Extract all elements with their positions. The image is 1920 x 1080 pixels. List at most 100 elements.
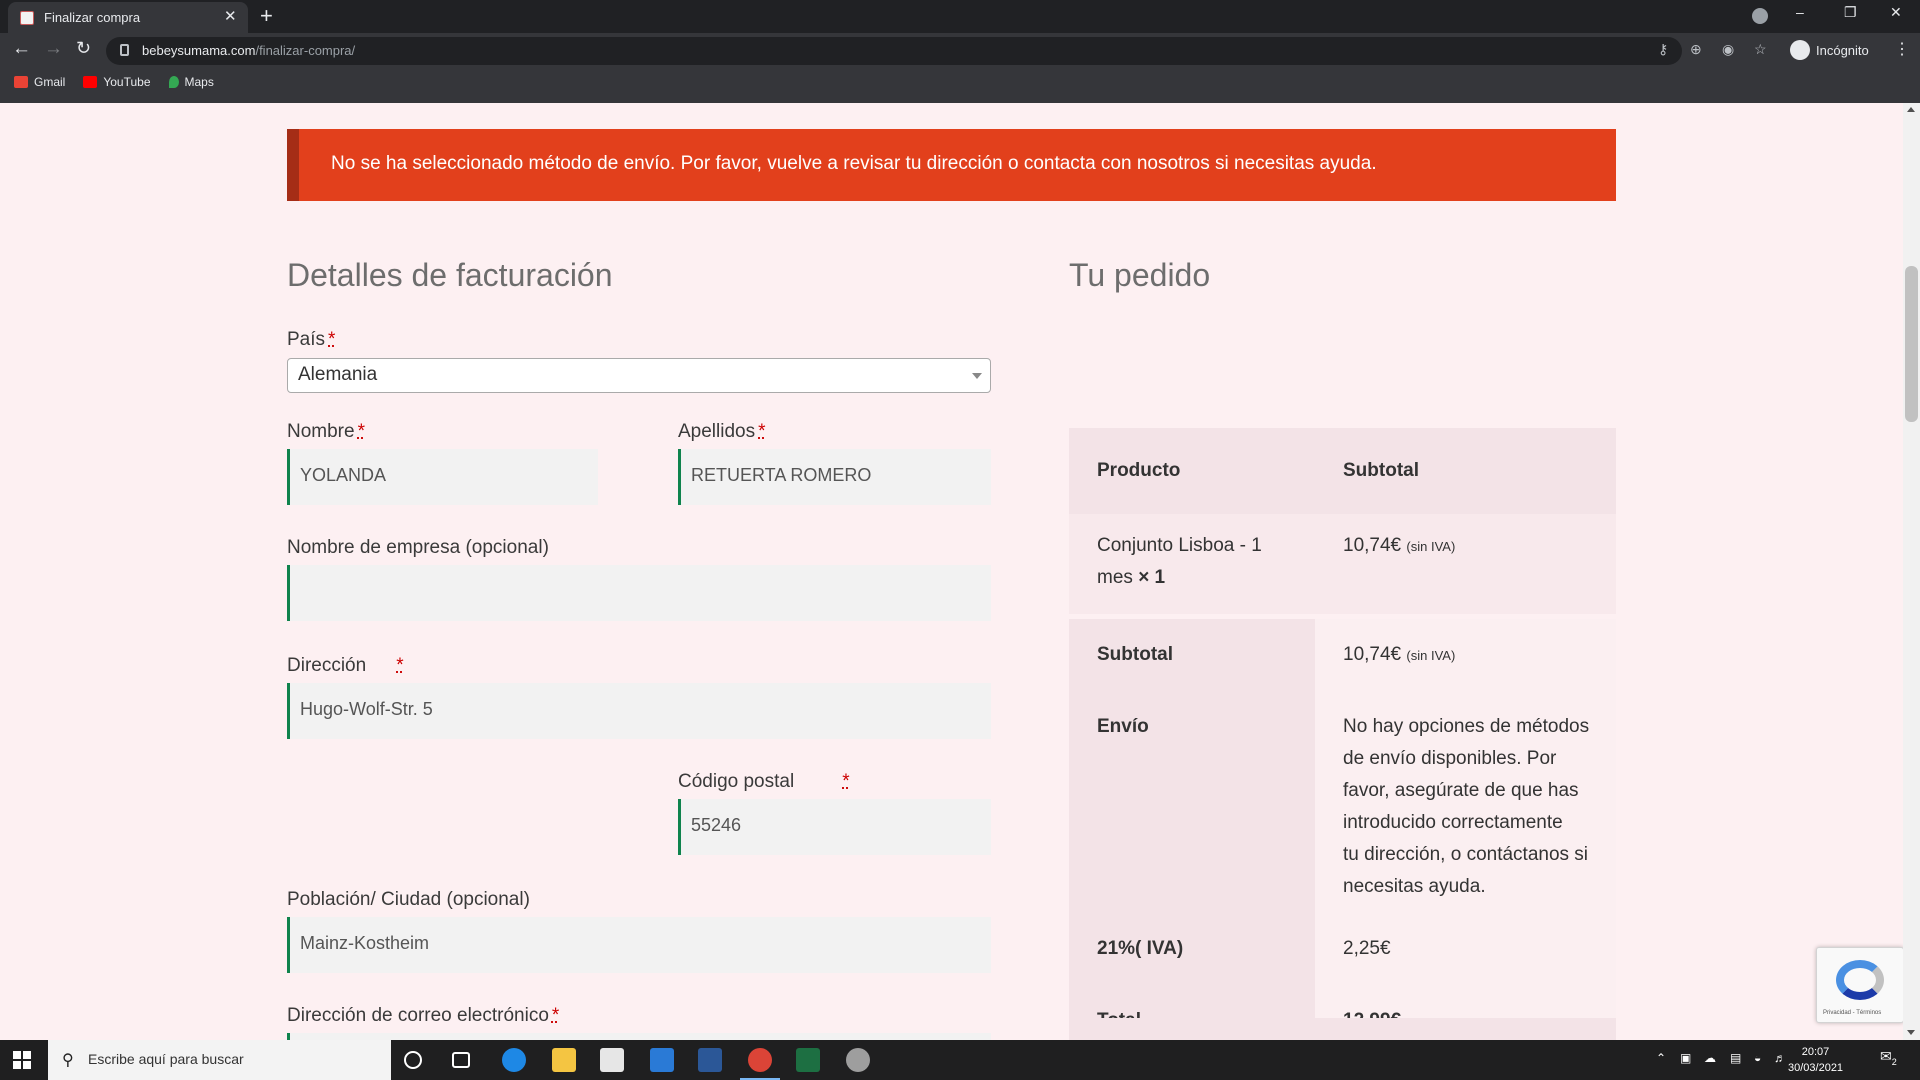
shipping-label: Envío: [1097, 716, 1149, 737]
city-field[interactable]: Mainz-Kostheim: [287, 917, 991, 973]
bookmarks-bar: Gmail YouTube Maps: [14, 75, 214, 89]
country-select[interactable]: Alemania: [287, 358, 991, 393]
order-heading: Tu pedido: [1069, 257, 1211, 293]
paint-icon[interactable]: [846, 1048, 870, 1072]
scroll-up-icon[interactable]: [1907, 107, 1915, 112]
maps-icon: [168, 76, 179, 88]
gmail-icon: [14, 76, 28, 88]
task-view-icon[interactable]: [452, 1052, 470, 1068]
youtube-icon: [83, 76, 98, 88]
scroll-down-icon[interactable]: [1907, 1030, 1915, 1035]
chrome-icon[interactable]: [748, 1048, 772, 1072]
bookmark-gmail[interactable]: Gmail: [14, 75, 65, 89]
browser-toolbar: ← → ↻ bebeysumama.com/finalizar-compra/ …: [0, 33, 1920, 103]
first-name-field[interactable]: YOLANDA: [287, 449, 598, 505]
recaptcha-icon: [1836, 960, 1884, 1000]
company-field[interactable]: [287, 565, 991, 621]
subtotal-label: Subtotal: [1097, 644, 1173, 665]
col-subtotal-header: Subtotal: [1343, 460, 1419, 481]
forward-icon[interactable]: →: [44, 38, 63, 60]
tray-device-icon[interactable]: ▣: [1680, 1051, 1691, 1065]
site-favicon-icon: [20, 11, 34, 25]
excel-icon[interactable]: [796, 1048, 820, 1072]
taskbar-search[interactable]: ⚲ Escribe aquí para buscar: [48, 1040, 391, 1080]
chevron-down-icon: [972, 373, 982, 379]
payment-box: [1069, 1018, 1616, 1040]
totals-label-column: [1069, 619, 1315, 1040]
tab-finalizar-compra[interactable]: Finalizar compra ✕: [8, 2, 248, 33]
recaptcha-footer[interactable]: Privacidad - Términos: [1823, 1010, 1881, 1016]
item-price: 10,74€ (sin IVA): [1343, 535, 1456, 556]
postcode-label: Código postal *: [678, 771, 850, 792]
edge-icon[interactable]: [502, 1048, 526, 1072]
cortana-icon[interactable]: [404, 1051, 422, 1069]
search-icon: ⚲: [62, 1052, 74, 1069]
subtotal-value: 10,74€ (sin IVA): [1343, 644, 1456, 665]
new-tab-button[interactable]: +: [260, 2, 273, 30]
address-bar[interactable]: bebeysumama.com/finalizar-compra/ ⚷ ⊕ ◉ …: [106, 37, 1767, 65]
menu-icon[interactable]: ⋮: [1894, 39, 1910, 59]
tab-title: Finalizar compra: [44, 10, 141, 25]
key-icon[interactable]: ⚷: [1658, 41, 1668, 58]
email-label: Dirección de correo electrónico *: [287, 1005, 560, 1026]
notification-icon[interactable]: ✉2: [1880, 1048, 1897, 1067]
first-name-label: Nombre *: [287, 421, 365, 442]
bookmark-youtube[interactable]: YouTube: [83, 75, 151, 89]
address-label: Dirección *: [287, 655, 404, 676]
error-notice: No se ha seleccionado método de envío. P…: [287, 129, 1616, 201]
close-window-icon[interactable]: ✕: [1890, 4, 1902, 21]
bookmark-maps[interactable]: Maps: [168, 75, 214, 89]
clock[interactable]: 20:07 30/03/2021: [1788, 1044, 1843, 1076]
reload-icon[interactable]: ↻: [76, 38, 91, 59]
clock-date: 30/03/2021: [1788, 1062, 1844, 1074]
file-explorer-icon[interactable]: [552, 1048, 576, 1072]
lock-icon: [120, 44, 129, 56]
country-label: País *: [287, 329, 336, 350]
vat-value: 2,25€: [1343, 938, 1391, 959]
wifi-icon[interactable]: ◒: [1754, 1051, 1761, 1065]
bookmark-label: Gmail: [34, 75, 66, 89]
tab-close-icon[interactable]: ✕: [224, 7, 237, 25]
zoom-icon[interactable]: ⊕: [1690, 41, 1702, 58]
taskbar-search-placeholder: Escribe aquí para buscar: [88, 1051, 244, 1067]
profile-label: Incógnito: [1816, 42, 1869, 58]
tray-chevron-icon[interactable]: ⌃: [1656, 1051, 1666, 1065]
address-field[interactable]: Hugo-Wolf-Str. 5: [287, 683, 991, 739]
bookmark-label: Maps: [184, 75, 214, 89]
mail-icon[interactable]: [650, 1048, 674, 1072]
city-label: Población/ Ciudad (opcional): [287, 889, 530, 910]
star-icon[interactable]: ☆: [1754, 41, 1767, 58]
vat-label: 21%( IVA): [1097, 938, 1184, 959]
order-totals: Subtotal 10,74€ (sin IVA) Envío No hay o…: [1069, 619, 1616, 1040]
windows-taskbar: ⚲ Escribe aquí para buscar ⌃ ▣ ☁ ▤ ◒ ♬ 2…: [0, 1040, 1920, 1080]
volume-icon[interactable]: ♬: [1774, 1051, 1786, 1065]
checkout-page: No se ha seleccionado método de envío. P…: [0, 103, 1920, 1040]
postcode-field[interactable]: 55246: [678, 799, 991, 855]
page-scrollbar[interactable]: [1903, 103, 1920, 1040]
item-name: Conjunto Lisboa - 1 mes × 1: [1097, 535, 1262, 588]
store-icon[interactable]: [600, 1048, 624, 1072]
minimize-icon[interactable]: –: [1796, 4, 1804, 20]
security-icon[interactable]: ▤: [1730, 1051, 1741, 1065]
tab-search-icon[interactable]: [1752, 8, 1768, 24]
restore-icon[interactable]: ❐: [1844, 4, 1857, 21]
tab-strip: Finalizar compra ✕ + – ❐ ✕: [0, 0, 1920, 33]
bookmark-label: YouTube: [103, 75, 151, 89]
onedrive-icon[interactable]: ☁: [1704, 1051, 1716, 1065]
windows-start-icon[interactable]: [13, 1051, 31, 1069]
last-name-field[interactable]: RETUERTA ROMERO: [678, 449, 991, 505]
recaptcha-badge[interactable]: Privacidad - Términos: [1816, 947, 1904, 1023]
word-icon[interactable]: [698, 1048, 722, 1072]
billing-heading: Detalles de facturación: [287, 257, 613, 293]
back-icon[interactable]: ←: [12, 38, 31, 60]
incognito-icon: [1790, 40, 1810, 60]
email-field[interactable]: [287, 1033, 991, 1040]
url-text: bebeysumama.com/finalizar-compra/: [142, 43, 356, 58]
order-header-row: Producto Subtotal: [1069, 428, 1616, 514]
notification-count: 2: [1891, 1056, 1897, 1067]
eye-blocked-icon[interactable]: ◉: [1722, 41, 1734, 58]
incognito-profile[interactable]: Incógnito: [1790, 40, 1869, 60]
last-name-label: Apellidos *: [678, 421, 766, 442]
shipping-message: No hay opciones de métodos de envío disp…: [1343, 716, 1590, 897]
scroll-thumb[interactable]: [1905, 266, 1918, 422]
